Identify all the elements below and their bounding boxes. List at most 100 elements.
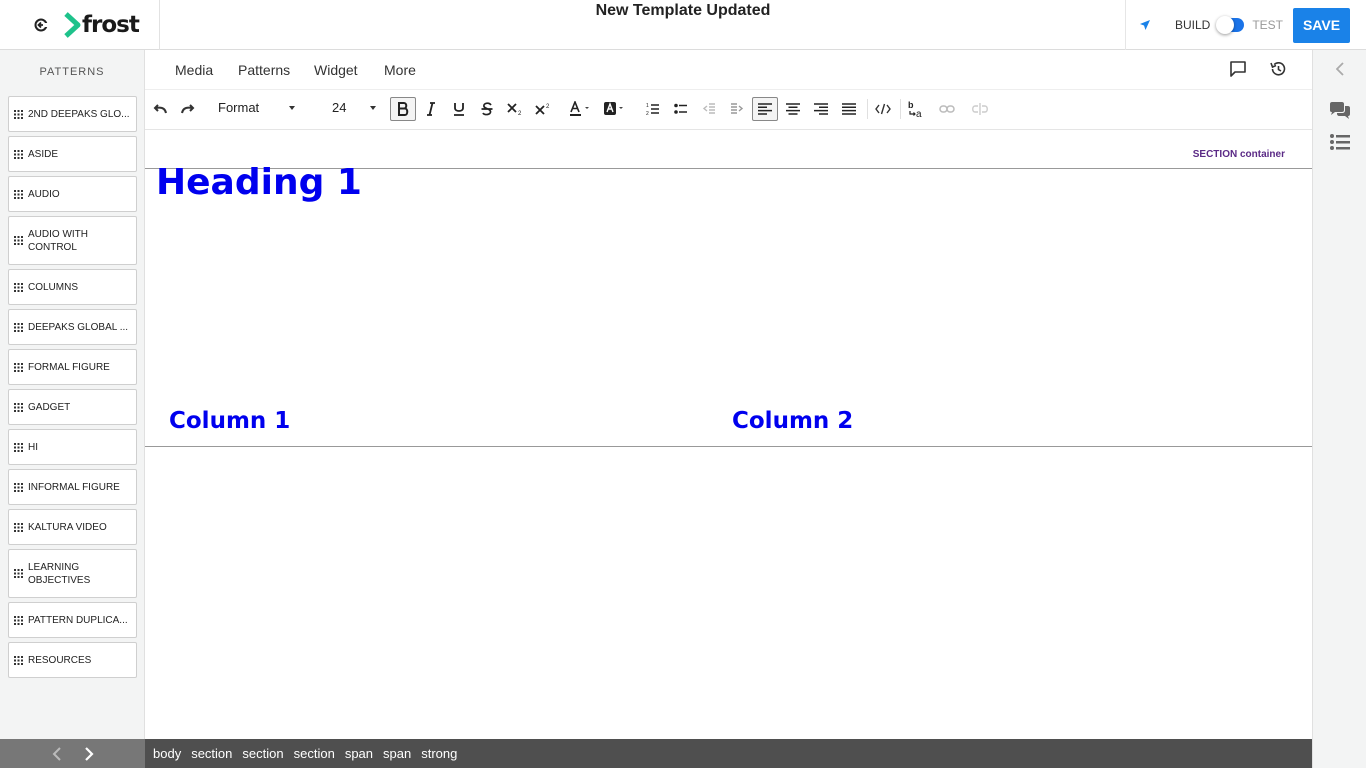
grip-icon: [14, 236, 23, 245]
element-path-crumb[interactable]: section: [191, 746, 232, 761]
grip-icon: [14, 522, 23, 532]
pattern-item[interactable]: PATTERN DUPLICA...: [8, 602, 137, 638]
element-path-crumb[interactable]: body: [153, 746, 181, 761]
ordered-list-button[interactable]: 12: [640, 97, 666, 121]
pattern-item-label: ASIDE: [28, 148, 59, 160]
pattern-item[interactable]: GADGET: [8, 389, 137, 425]
navigate-button[interactable]: [1124, 0, 1165, 50]
chat-icon: [1330, 102, 1350, 119]
indent-button[interactable]: [724, 97, 750, 121]
grip-icon: [14, 149, 23, 159]
align-justify-button[interactable]: [836, 97, 862, 121]
align-right-button[interactable]: [808, 97, 834, 121]
column-1-heading[interactable]: Column 1: [169, 408, 290, 434]
unlink-button[interactable]: [967, 97, 993, 121]
save-button[interactable]: SAVE: [1293, 7, 1350, 43]
pattern-item[interactable]: ASIDE: [8, 136, 137, 172]
element-path-crumb[interactable]: section: [294, 746, 335, 761]
font-size-dropdown[interactable]: 24: [332, 100, 377, 115]
pattern-item[interactable]: DEEPAKS GLOBAL ...: [8, 309, 137, 345]
patterns-sidebar: PATTERNS 2ND DEEPAKS GLO... ASIDE AUDIO AUD…: [0, 50, 145, 739]
text-color-icon: [570, 101, 589, 116]
element-path-crumb[interactable]: section: [242, 746, 283, 761]
back-arrow-icon: [34, 18, 48, 32]
code-icon: [875, 103, 891, 115]
undo-button[interactable]: [147, 97, 173, 121]
superscript-icon: 2: [535, 104, 550, 115]
svg-text:1: 1: [646, 103, 649, 109]
element-path-bar: body section section section span span strong: [145, 739, 1312, 768]
font-size-value: 24: [332, 100, 347, 115]
align-left-button[interactable]: [752, 97, 778, 121]
ordered-list-icon: 12: [646, 103, 659, 116]
grip-icon: [14, 442, 23, 452]
redo-button[interactable]: [175, 97, 201, 121]
subscript-button[interactable]: 2: [502, 97, 528, 121]
underline-button[interactable]: [446, 97, 472, 121]
comments-panel-button[interactable]: [1313, 102, 1366, 120]
source-code-button[interactable]: [870, 97, 896, 121]
pattern-item-label: INFORMAL FIGURE: [28, 481, 120, 493]
menu-media[interactable]: Media: [175, 62, 213, 78]
svg-text:2: 2: [646, 111, 649, 116]
strikethrough-button[interactable]: [474, 97, 500, 121]
pattern-item-label: KALTURA VIDEO: [28, 521, 107, 533]
history-button[interactable]: [1269, 60, 1287, 83]
grip-icon: [14, 189, 23, 199]
outline-panel-button[interactable]: [1313, 134, 1366, 150]
frost-logo[interactable]: frost: [64, 12, 140, 38]
formatting-toolbar: Format 24 2 2 12 b a: [145, 90, 1312, 130]
back-button[interactable]: [32, 16, 50, 34]
pattern-item-label: 2ND DEEPAKS GLO...: [28, 108, 130, 120]
pattern-item[interactable]: RESOURCES: [8, 642, 137, 678]
menu-widget[interactable]: Widget: [314, 62, 358, 78]
svg-text:b: b: [908, 100, 914, 110]
caret-down-icon: [370, 105, 377, 110]
build-test-toggle[interactable]: [1216, 16, 1245, 34]
pattern-item-label: AUDIO: [28, 188, 60, 200]
right-panel: [1312, 50, 1366, 768]
pattern-item[interactable]: LEARNING OBJECTIVES: [8, 549, 137, 598]
superscript-button[interactable]: 2: [530, 97, 556, 121]
pattern-item[interactable]: HI: [8, 429, 137, 465]
text-color-button[interactable]: [565, 97, 597, 121]
link-icon: [939, 105, 955, 113]
menu-more[interactable]: More: [384, 62, 416, 78]
grip-icon: [14, 615, 23, 625]
bold-icon: [398, 102, 409, 116]
background-color-icon: [604, 102, 623, 115]
menu-patterns[interactable]: Patterns: [238, 62, 290, 78]
pattern-item[interactable]: AUDIO WITH CONTROL: [8, 216, 137, 265]
background-color-button[interactable]: [599, 97, 631, 121]
pattern-item[interactable]: COLUMNS: [8, 269, 137, 305]
element-path-crumb[interactable]: span: [383, 746, 411, 761]
outdent-button[interactable]: [696, 97, 722, 121]
underline-icon: [454, 103, 464, 116]
unlink-icon: [972, 103, 988, 115]
comment-button[interactable]: [1229, 60, 1247, 83]
find-replace-icon: ba: [908, 100, 922, 118]
element-path-crumb[interactable]: span: [345, 746, 373, 761]
link-button[interactable]: [934, 97, 960, 121]
italic-button[interactable]: [418, 97, 444, 121]
grip-icon: [14, 569, 23, 578]
pattern-item[interactable]: AUDIO: [8, 176, 137, 212]
bullet-list-button[interactable]: [668, 97, 694, 121]
pattern-item[interactable]: FORMAL FIGURE: [8, 349, 137, 385]
element-path-crumb[interactable]: strong: [421, 746, 457, 761]
find-replace-button[interactable]: ba: [904, 97, 930, 121]
column-2-heading[interactable]: Column 2: [732, 408, 853, 434]
format-dropdown[interactable]: Format: [218, 100, 296, 115]
toolbar-divider: [900, 99, 901, 119]
bold-button[interactable]: [390, 97, 416, 121]
pattern-item[interactable]: INFORMAL FIGURE: [8, 469, 137, 505]
chevron-left-icon: [52, 746, 61, 761]
heading-1[interactable]: Heading 1: [156, 162, 362, 203]
pager-next-button[interactable]: [84, 746, 94, 761]
pager-prev-button[interactable]: [52, 746, 62, 761]
editor-canvas[interactable]: SECTION container Heading 1 Column 1 Col…: [145, 130, 1312, 739]
pattern-item[interactable]: 2ND DEEPAKS GLO...: [8, 96, 137, 132]
pattern-item[interactable]: KALTURA VIDEO: [8, 509, 137, 545]
collapse-panel-button[interactable]: [1313, 62, 1366, 76]
align-center-button[interactable]: [780, 97, 806, 121]
